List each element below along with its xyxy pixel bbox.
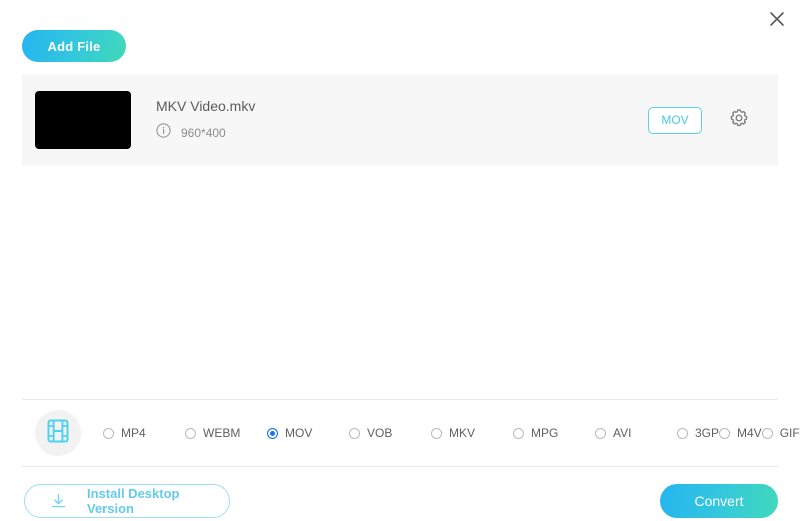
file-list-item[interactable]: MKV Video.mkv 960*400 MOV (22, 74, 778, 166)
file-name: MKV Video.mkv (156, 97, 256, 114)
close-window-button[interactable] (762, 4, 792, 34)
radio-icon (719, 427, 731, 439)
install-desktop-version-label: Install Desktop Version (87, 486, 180, 516)
format-option-label: MKV (449, 426, 476, 440)
add-file-button[interactable]: Add File (22, 30, 126, 62)
add-file-label: Add File (47, 38, 101, 54)
radio-icon (513, 427, 524, 439)
convert-button[interactable]: Convert (660, 484, 778, 518)
output-format-bar: MP4 WEBM MOV VOB MKV MPG AVI 3GP M4V GIF (22, 399, 800, 467)
convert-label: Convert (694, 493, 744, 509)
format-option-mkv[interactable]: MKV (431, 422, 513, 444)
format-option-label: VOB (367, 426, 393, 440)
film-strip-icon (45, 418, 71, 449)
format-option-label: WEBM (203, 426, 241, 440)
format-option-label: MP4 (121, 426, 146, 440)
close-icon (767, 9, 787, 29)
format-option-mp4[interactable]: MP4 (103, 422, 185, 444)
format-option-mov[interactable]: MOV (267, 422, 349, 444)
file-resolution: 960*400 (181, 125, 226, 140)
video-converter-window: Add File MKV Video.mkv 960*400 MOV MP4 W… (0, 0, 800, 521)
file-resolution-row: 960*400 (156, 122, 648, 143)
format-option-label: GIF (779, 426, 800, 440)
download-icon (49, 492, 68, 511)
video-thumbnail (35, 91, 131, 149)
format-option-3gp[interactable]: 3GP (677, 422, 719, 444)
radio-icon (185, 427, 196, 439)
info-circle-icon[interactable] (156, 122, 171, 143)
radio-icon (761, 427, 773, 439)
radio-icon (595, 427, 606, 439)
radio-icon (103, 427, 114, 439)
format-option-vob[interactable]: VOB (349, 422, 431, 444)
file-target-format-label: MOV (661, 113, 689, 127)
radio-icon (349, 427, 360, 439)
video-formats-tab[interactable] (35, 410, 81, 456)
radio-selected-icon (267, 427, 278, 439)
format-option-avi[interactable]: AVI (595, 422, 677, 444)
gear-icon (728, 107, 750, 134)
format-options-group: MP4 WEBM MOV VOB MKV MPG AVI 3GP M4V GIF (103, 422, 800, 444)
file-target-format-button[interactable]: MOV (648, 106, 702, 134)
format-option-label: M4V (737, 426, 762, 440)
format-option-label: MOV (285, 426, 313, 440)
format-option-label: AVI (613, 426, 632, 440)
format-option-webm[interactable]: WEBM (185, 422, 267, 444)
install-desktop-version-button[interactable]: Install Desktop Version (24, 484, 230, 518)
radio-icon (677, 427, 688, 439)
radio-icon (431, 427, 442, 439)
format-option-m4v[interactable]: M4V (719, 422, 762, 444)
file-settings-button[interactable] (726, 107, 752, 133)
format-option-label: MPG (531, 426, 559, 440)
format-option-mpg[interactable]: MPG (513, 422, 595, 444)
format-option-gif[interactable]: GIF (761, 422, 800, 444)
format-option-label: 3GP (695, 426, 720, 440)
file-details: MKV Video.mkv 960*400 (156, 98, 648, 143)
